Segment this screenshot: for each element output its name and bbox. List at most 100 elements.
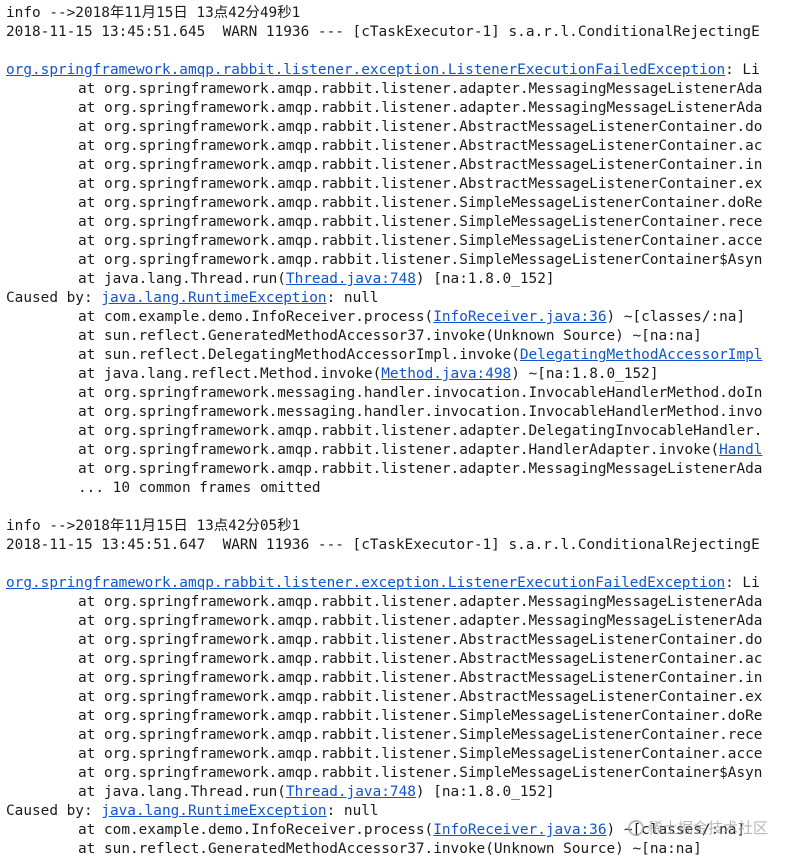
log-text: at org.springframework.messaging.handler… <box>78 385 763 401</box>
log-text: at org.springframework.amqp.rabbit.liste… <box>78 195 763 211</box>
stack-frame-line: at org.springframework.amqp.rabbit.liste… <box>6 213 786 232</box>
log-line: org.springframework.amqp.rabbit.listener… <box>6 61 786 80</box>
stack-frame-line: at org.springframework.amqp.rabbit.liste… <box>6 422 786 441</box>
log-text: ... 10 common frames omitted <box>78 480 321 496</box>
log-text: at org.springframework.amqp.rabbit.liste… <box>78 138 763 154</box>
log-text: at org.springframework.amqp.rabbit.liste… <box>78 100 763 116</box>
source-link[interactable]: InfoReceiver.java:36 <box>433 822 606 838</box>
log-text: ) [na:1.8.0_152] <box>415 271 555 287</box>
source-link[interactable]: Method.java:498 <box>381 366 511 382</box>
log-text: at org.springframework.amqp.rabbit.liste… <box>78 670 763 686</box>
log-text: Caused by: <box>6 290 102 306</box>
log-text: at org.springframework.amqp.rabbit.liste… <box>78 708 763 724</box>
log-text: ) ~[classes/:na] <box>606 822 746 838</box>
console-output[interactable]: info -->2018年11月15日 13点42分49秒1 2018-11-15… <box>0 0 786 858</box>
stack-frame-line: at org.springframework.amqp.rabbit.liste… <box>6 726 786 745</box>
log-text: : null <box>326 803 379 819</box>
stack-frame-line: at sun.reflect.GeneratedMethodAccessor37… <box>6 840 786 858</box>
log-text: at sun.reflect.GeneratedMethodAccessor37… <box>78 841 702 857</box>
log-text: at com.example.demo.InfoReceiver.process… <box>78 822 434 838</box>
log-text: at sun.reflect.GeneratedMethodAccessor37… <box>78 328 702 344</box>
stack-frame-line: at org.springframework.amqp.rabbit.liste… <box>6 669 786 688</box>
log-text: : Li <box>725 62 760 78</box>
log-line: 2018-11-15 13:45:51.645 WARN 11936 --- [… <box>6 23 786 42</box>
source-link[interactable]: DelegatingMethodAccessorImpl <box>520 347 763 363</box>
stack-frame-line: at sun.reflect.DelegatingMethodAccessorI… <box>6 346 786 365</box>
stack-frame-line: ... 10 common frames omitted <box>6 479 786 498</box>
log-text: at org.springframework.amqp.rabbit.liste… <box>78 119 763 135</box>
log-text: at org.springframework.amqp.rabbit.liste… <box>78 765 763 781</box>
stack-frame-line: at com.example.demo.InfoReceiver.process… <box>6 308 786 327</box>
stack-frame-line: at com.example.demo.InfoReceiver.process… <box>6 821 786 840</box>
log-text: at org.springframework.amqp.rabbit.liste… <box>78 442 720 458</box>
log-text: at java.lang.Thread.run( <box>78 784 286 800</box>
log-text: info -->2018年11月15日 13点42分05秒1 <box>6 518 301 534</box>
stack-frame-line: at org.springframework.amqp.rabbit.liste… <box>6 137 786 156</box>
stack-frame-line: at org.springframework.amqp.rabbit.liste… <box>6 460 786 479</box>
stack-frame-line: at org.springframework.amqp.rabbit.liste… <box>6 688 786 707</box>
log-text: at org.springframework.amqp.rabbit.liste… <box>78 176 763 192</box>
stack-frame-line: at org.springframework.amqp.rabbit.liste… <box>6 232 786 251</box>
source-link[interactable]: Thread.java:748 <box>286 784 416 800</box>
log-text: at org.springframework.messaging.handler… <box>78 404 763 420</box>
stack-frame-line: at org.springframework.amqp.rabbit.liste… <box>6 764 786 783</box>
log-text: at org.springframework.amqp.rabbit.liste… <box>78 157 763 173</box>
stack-frame-line: at org.springframework.amqp.rabbit.liste… <box>6 745 786 764</box>
log-text: : null <box>326 290 379 306</box>
log-line: Caused by: java.lang.RuntimeException: n… <box>6 802 786 821</box>
log-text: 2018-11-15 13:45:51.647 WARN 11936 --- [… <box>6 537 760 553</box>
log-line: 2018-11-15 13:45:51.647 WARN 11936 --- [… <box>6 536 786 555</box>
stack-frame-line: at org.springframework.messaging.handler… <box>6 384 786 403</box>
stack-frame-line: at org.springframework.amqp.rabbit.liste… <box>6 441 786 460</box>
stack-frame-line: at org.springframework.amqp.rabbit.liste… <box>6 593 786 612</box>
stack-frame-line: at org.springframework.amqp.rabbit.liste… <box>6 99 786 118</box>
source-link[interactable]: org.springframework.amqp.rabbit.listener… <box>6 575 725 591</box>
stack-frame-line: at org.springframework.amqp.rabbit.liste… <box>6 631 786 650</box>
stack-frame-line: at java.lang.Thread.run(Thread.java:748)… <box>6 270 786 289</box>
stack-frame-line: at org.springframework.amqp.rabbit.liste… <box>6 707 786 726</box>
log-text: at org.springframework.amqp.rabbit.liste… <box>78 746 763 762</box>
source-link[interactable]: org.springframework.amqp.rabbit.listener… <box>6 62 725 78</box>
log-text: Caused by: <box>6 803 102 819</box>
log-text: at sun.reflect.DelegatingMethodAccessorI… <box>78 347 520 363</box>
stack-frame-line: at org.springframework.amqp.rabbit.liste… <box>6 175 786 194</box>
log-text: 2018-11-15 13:45:51.645 WARN 11936 --- [… <box>6 24 760 40</box>
source-link[interactable]: java.lang.RuntimeException <box>101 803 326 819</box>
source-link[interactable]: Handl <box>719 442 762 458</box>
log-text: at org.springframework.amqp.rabbit.liste… <box>78 214 763 230</box>
source-link[interactable]: InfoReceiver.java:36 <box>433 309 606 325</box>
log-text: at com.example.demo.InfoReceiver.process… <box>78 309 434 325</box>
log-text: ) ~[na:1.8.0_152] <box>511 366 659 382</box>
log-text: at java.lang.Thread.run( <box>78 271 286 287</box>
log-text: ) ~[classes/:na] <box>606 309 746 325</box>
log-text: at org.springframework.amqp.rabbit.liste… <box>78 727 763 743</box>
stack-frame-line: at sun.reflect.GeneratedMethodAccessor37… <box>6 327 786 346</box>
log-text: at org.springframework.amqp.rabbit.liste… <box>78 651 763 667</box>
log-text: at org.springframework.amqp.rabbit.liste… <box>78 594 763 610</box>
log-text: at org.springframework.amqp.rabbit.liste… <box>78 81 763 97</box>
stack-frame-line: at java.lang.Thread.run(Thread.java:748)… <box>6 783 786 802</box>
log-text: : Li <box>725 575 760 591</box>
stack-frame-line: at org.springframework.amqp.rabbit.liste… <box>6 650 786 669</box>
stack-frame-line: at org.springframework.messaging.handler… <box>6 403 786 422</box>
log-line: org.springframework.amqp.rabbit.listener… <box>6 574 786 593</box>
log-text: at org.springframework.amqp.rabbit.liste… <box>78 233 763 249</box>
stack-frame-line: at org.springframework.amqp.rabbit.liste… <box>6 194 786 213</box>
stack-frame-line: at org.springframework.amqp.rabbit.liste… <box>6 156 786 175</box>
log-text: at org.springframework.amqp.rabbit.liste… <box>78 461 763 477</box>
stack-frame-line: at org.springframework.amqp.rabbit.liste… <box>6 251 786 270</box>
log-text: at org.springframework.amqp.rabbit.liste… <box>78 632 763 648</box>
log-line: Caused by: java.lang.RuntimeException: n… <box>6 289 786 308</box>
source-link[interactable]: java.lang.RuntimeException <box>101 290 326 306</box>
log-text: at java.lang.reflect.Method.invoke( <box>78 366 382 382</box>
stack-frame-line: at java.lang.reflect.Method.invoke(Metho… <box>6 365 786 384</box>
stack-frame-line: at org.springframework.amqp.rabbit.liste… <box>6 612 786 631</box>
log-text: at org.springframework.amqp.rabbit.liste… <box>78 613 763 629</box>
log-text: ) [na:1.8.0_152] <box>415 784 555 800</box>
source-link[interactable]: Thread.java:748 <box>286 271 416 287</box>
log-text: info -->2018年11月15日 13点42分49秒1 <box>6 5 301 21</box>
log-line: info -->2018年11月15日 13点42分49秒1 <box>6 4 786 23</box>
